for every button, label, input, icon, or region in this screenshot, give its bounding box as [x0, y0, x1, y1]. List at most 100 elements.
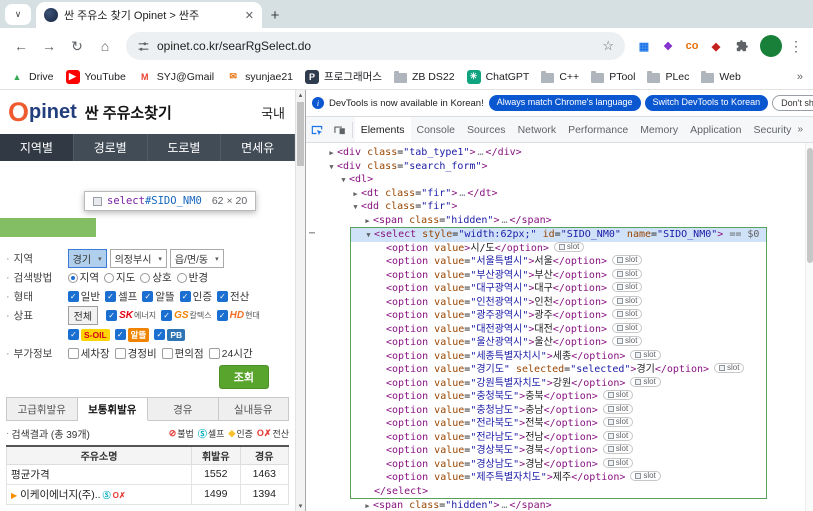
site-menu-tab[interactable]: 경로별: [74, 134, 148, 161]
scroll-up-icon[interactable]: ▴: [296, 91, 305, 99]
extensions-puzzle-icon[interactable]: [729, 33, 755, 59]
bookmark-item[interactable]: PTool: [591, 69, 635, 84]
checkbox-icon[interactable]: ✓: [67, 291, 79, 302]
devtools-dom-node[interactable]: ▶ <dt class="fir">… </dt>: [306, 187, 813, 201]
banner-button[interactable]: Always match Chrome's language: [488, 95, 641, 111]
devtools-tab-network[interactable]: Network: [512, 117, 563, 142]
slot-adorner-badge[interactable]: slot: [602, 417, 634, 427]
devtools-dom-node[interactable]: <option value="광주광역시">광주</option> slot: [351, 309, 766, 323]
radio-icon[interactable]: [176, 272, 187, 283]
devtools-dom-node[interactable]: <option value="대구광역시">대구</option> slot: [351, 282, 766, 296]
opinet-logo-text[interactable]: pinet: [29, 102, 77, 122]
devtools-scrollbar-thumb[interactable]: [807, 148, 813, 263]
checkbox-icon[interactable]: ✓: [179, 291, 191, 302]
devtools-dom-node[interactable]: ▶ <div class="tab_type1">… </div>: [306, 146, 813, 160]
fuel-tab[interactable]: 고급휘발유: [6, 397, 78, 421]
bookmark-item[interactable]: M SYJ@Gmail: [138, 69, 214, 84]
checkbox-icon[interactable]: ✓: [68, 329, 79, 340]
slot-adorner-badge[interactable]: slot: [611, 268, 643, 279]
checkbox-icon[interactable]: ✓: [216, 310, 228, 321]
station-type-option[interactable]: ✓ 셀프: [105, 289, 137, 304]
extra-info-option[interactable]: 24시간: [208, 346, 253, 361]
slot-adorner-badge[interactable]: slot: [630, 471, 661, 481]
scrollbar-thumb[interactable]: [297, 102, 304, 166]
search-method-option[interactable]: 지도: [104, 270, 135, 285]
radio-icon[interactable]: [67, 272, 78, 283]
brand-option[interactable]: ✓ GS 칼텍스: [161, 310, 212, 321]
price-table-row[interactable]: 평균가격 1552 1463: [5, 463, 290, 485]
devtools-dom-node[interactable]: <option value="경상북도">경북</option> slot: [351, 444, 766, 458]
slot-adorner-badge[interactable]: slot: [602, 444, 634, 454]
checkbox-icon[interactable]: ✓: [142, 291, 154, 302]
devtools-dom-node[interactable]: <option value="부산광역시">부산</option> slot: [351, 268, 766, 283]
slot-adorner-badge[interactable]: slot: [611, 322, 643, 333]
brand-option[interactable]: ✓ S-OIL: [68, 328, 110, 342]
devtools-tab-console[interactable]: Console: [411, 117, 462, 142]
region-select[interactable]: 의정부시 ▾: [109, 249, 167, 268]
checkbox-icon[interactable]: ✓: [216, 291, 228, 302]
search-submit-button[interactable]: 조회: [218, 365, 269, 389]
devtools-dom-node[interactable]: ▼ <dl>: [306, 173, 813, 187]
bookmark-item[interactable]: PLec: [647, 69, 689, 84]
site-menu-tab[interactable]: 지역별: [0, 134, 74, 161]
devtools-dom-node[interactable]: <option value="전라남도">전남</option> slot: [351, 430, 766, 445]
slot-adorner-badge[interactable]: slot: [611, 336, 643, 346]
site-menu-tab[interactable]: 면세유: [221, 134, 295, 161]
tab-close-icon[interactable]: ✕: [245, 9, 254, 22]
inspect-element-icon[interactable]: [306, 123, 328, 137]
bookmark-item[interactable]: ▶ YouTube: [65, 69, 126, 84]
devtools-dom-node[interactable]: <option value="충청북도">충북</option> slot: [351, 390, 766, 404]
bookmark-item[interactable]: ✉ syunjae21: [226, 69, 293, 84]
station-type-option[interactable]: ✓ 알뜰: [142, 289, 175, 304]
extra-info-option[interactable]: 편의점: [161, 346, 204, 361]
devtools-dom-node[interactable]: <option value="제주특별자치도">제주</option> slot: [351, 471, 766, 485]
slot-adorner-badge[interactable]: slot: [611, 309, 643, 319]
devtools-dom-node[interactable]: ▼ <dd class="fir">: [306, 200, 813, 214]
back-icon[interactable]: ←: [8, 33, 34, 59]
bookmark-item[interactable]: ZB DS22: [393, 69, 455, 84]
header-menu-item[interactable]: 국내: [261, 103, 287, 122]
menu-icon[interactable]: ⋮: [787, 38, 805, 55]
node-options-dots-icon[interactable]: ⋯: [309, 227, 316, 241]
checkbox-icon[interactable]: [114, 348, 126, 359]
checkbox-icon[interactable]: ✓: [114, 329, 126, 340]
banner-button[interactable]: Don't show again: [772, 95, 813, 111]
checkbox-icon[interactable]: [208, 348, 220, 359]
region-select[interactable]: 경기 ▾: [67, 249, 107, 268]
brand-option[interactable]: ✓ 알뜰: [114, 327, 150, 342]
devtools-dom-node[interactable]: </select>: [351, 485, 766, 499]
checkbox-icon[interactable]: ✓: [106, 310, 118, 321]
forward-icon[interactable]: →: [36, 33, 62, 59]
bookmark-item[interactable]: ✳ ChatGPT: [466, 69, 529, 84]
devtools-dom-node[interactable]: <option value>시/도</option> slot: [351, 241, 766, 256]
device-toolbar-icon[interactable]: [328, 123, 350, 137]
station-type-option[interactable]: ✓ 일반: [67, 289, 100, 304]
home-icon[interactable]: ⌂: [92, 33, 118, 59]
slot-adorner-badge[interactable]: slot: [602, 430, 634, 441]
slot-adorner-badge[interactable]: slot: [630, 349, 661, 360]
radio-icon[interactable]: [140, 272, 151, 283]
bookmark-item[interactable]: P 프로그래머스: [305, 69, 382, 84]
devtools-dom-node[interactable]: <option value="경상남도">경남</option> slot: [351, 457, 766, 472]
brand-option[interactable]: ✓ HD 현대: [216, 310, 260, 321]
devtools-dom-node[interactable]: ▶ <span class="hidden">… </span>: [306, 214, 813, 228]
banner-button[interactable]: Switch DevTools to Korean: [644, 95, 769, 111]
new-tab-button[interactable]: +: [262, 7, 288, 24]
devtools-tab-performance[interactable]: Performance: [562, 117, 634, 142]
slot-adorner-badge[interactable]: slot: [602, 457, 634, 468]
extension-icon[interactable]: ▦: [633, 35, 655, 57]
site-settings-icon[interactable]: [137, 40, 150, 53]
slot-adorner-badge[interactable]: slot: [630, 376, 661, 387]
station-type-option[interactable]: ✓ 인증: [179, 289, 212, 304]
bookmark-item[interactable]: ▲ Drive: [10, 69, 54, 84]
devtools-tab-memory[interactable]: Memory: [634, 117, 684, 142]
page-scrollbar[interactable]: ▴ ▾: [295, 90, 305, 511]
slot-adorner-badge[interactable]: slot: [714, 363, 745, 373]
bookmarks-overflow-icon[interactable]: »: [797, 71, 803, 83]
search-method-option[interactable]: 상호: [140, 270, 172, 285]
devtools-dom-node[interactable]: <option value="서울특별시">서울</option> slot: [351, 255, 766, 269]
devtools-dom-node[interactable]: <option value="울산광역시">울산</option> slot: [351, 336, 766, 350]
devtools-dom-node[interactable]: <option value="충청남도">충남</option> slot: [351, 403, 766, 418]
address-bar[interactable]: opinet.co.kr/searRgSelect.do ☆: [126, 32, 625, 60]
search-method-option[interactable]: 반경: [176, 270, 208, 285]
